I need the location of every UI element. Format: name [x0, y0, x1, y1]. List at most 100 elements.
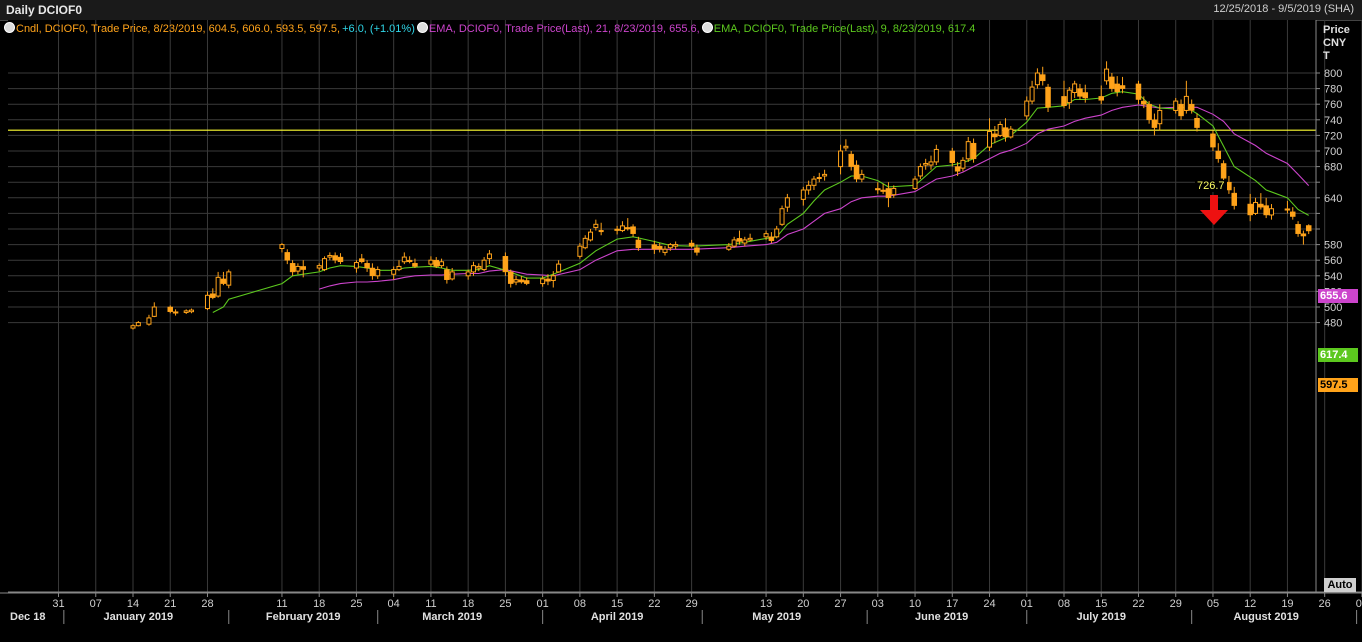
price-tick-label: 580: [1324, 240, 1342, 252]
day-tick-label: 15: [611, 598, 623, 610]
candle-body-down: [167, 306, 173, 312]
candle-body-up: [1157, 109, 1163, 125]
candle-body-down: [523, 280, 530, 284]
candle-body-down: [1258, 203, 1264, 208]
day-tick-label: 18: [462, 598, 474, 610]
legend-change: +6.0, (+1.01%): [342, 23, 415, 35]
day-tick-label: 29: [1170, 598, 1182, 610]
price-tick-label: 680: [1324, 162, 1342, 174]
month-tick-label: August 2019: [1233, 611, 1298, 623]
candle-body-up: [673, 244, 679, 247]
candle-body-down: [433, 259, 439, 267]
candle-body-up: [997, 123, 1003, 136]
day-tick-label: 18: [313, 598, 325, 610]
candle-body-down: [630, 226, 636, 234]
candle-body-down: [1045, 86, 1051, 108]
day-tick-label: 01: [1021, 598, 1033, 610]
day-tick-label: 29: [685, 598, 697, 610]
ema21-legend-icon[interactable]: [416, 22, 428, 33]
candle-body-down: [1002, 127, 1009, 138]
candle-body-down: [518, 279, 525, 283]
candle-body-down: [284, 252, 291, 261]
day-tick-label: 05: [1207, 598, 1219, 610]
candle-body-up: [1024, 100, 1030, 117]
candle-body-down: [1141, 100, 1147, 105]
candle-body-up: [1072, 83, 1078, 93]
candle-body-down: [885, 188, 892, 199]
month-tick-label: February 2019: [266, 611, 341, 623]
candle-body-down: [848, 153, 854, 167]
day-tick-label: 26: [1319, 598, 1331, 610]
candle-body-up: [322, 258, 328, 271]
candle-body-up: [146, 317, 152, 325]
candle-body-down: [1220, 163, 1227, 179]
ema9-legend-icon[interactable]: [701, 22, 713, 33]
candle-body-down: [1039, 74, 1046, 82]
candle-body-up: [135, 322, 141, 327]
day-tick-label: 22: [1132, 598, 1144, 610]
candle-body-up: [401, 256, 407, 263]
candle-body-up: [481, 259, 487, 271]
last-price-tag: 597.5: [1318, 378, 1358, 392]
month-tick-label: May 2019: [752, 611, 801, 623]
candle-body-down: [1295, 224, 1301, 234]
candle-body-up: [800, 189, 806, 200]
candle-body-up: [1173, 100, 1179, 111]
price-tick-label: 740: [1324, 115, 1342, 127]
candle-body-down: [1300, 233, 1307, 237]
day-tick-label: 01: [537, 598, 549, 610]
candle-body-up: [550, 275, 556, 281]
candle-body-up: [1253, 201, 1259, 214]
candle-body-up: [619, 225, 625, 232]
candle-body-down: [172, 311, 179, 314]
price-chart[interactable]: 4805005205405605806406807007207407607808…: [0, 0, 1362, 642]
candle-body-up: [476, 265, 482, 269]
candle-body-up: [987, 131, 993, 148]
candle-body-down: [651, 244, 658, 250]
candle-body-up: [316, 265, 322, 269]
day-tick-label: 02: [1356, 598, 1362, 610]
candle-body-up: [556, 263, 562, 273]
candle-body-up: [965, 141, 971, 160]
price-tick-label: 800: [1324, 68, 1342, 80]
legend-ema9: EMA, DCIOF0, Trade Price(Last), 9, 8/23/…: [713, 23, 976, 35]
candle-body-up: [391, 269, 397, 275]
day-tick-label: 27: [834, 598, 846, 610]
day-tick-label: 13: [760, 598, 772, 610]
candle-body-up: [465, 271, 471, 277]
day-tick-label: 24: [983, 598, 995, 610]
price-axis-label-line: CNY: [1323, 37, 1347, 49]
candle-body-down: [507, 271, 514, 284]
candle-body-up: [928, 161, 934, 166]
candle-body-up: [822, 173, 828, 177]
candle-body-up: [204, 294, 210, 310]
price-tick-label: 640: [1324, 193, 1342, 205]
candle-body-up: [396, 265, 402, 271]
candle-body-up: [295, 265, 301, 272]
candle-body-down: [1151, 119, 1158, 128]
candle-body-down: [768, 236, 775, 241]
candle-body-up: [960, 159, 966, 169]
day-tick-label: 07: [90, 598, 102, 610]
candle-body-up: [375, 269, 381, 277]
candle-body-up: [1183, 95, 1189, 111]
candle-body-up: [428, 259, 434, 265]
hline-value-label: 726.7: [1195, 180, 1227, 192]
candle-body-down: [332, 255, 338, 261]
month-tick-label: Dec 18: [10, 611, 45, 623]
candle-body-up: [662, 248, 668, 253]
plot-background: [8, 20, 1316, 592]
candle-legend-icon[interactable]: [4, 22, 15, 33]
auto-scale-button[interactable]: Auto: [1324, 578, 1356, 592]
candle-body-down: [1119, 85, 1126, 89]
price-tick-label: 500: [1324, 302, 1342, 314]
candle-body-up: [731, 239, 737, 247]
candle-body-down: [1114, 83, 1120, 92]
candle-body-down: [1231, 192, 1237, 206]
candle-body-up: [742, 239, 748, 244]
candle: [779, 205, 785, 226]
candle-body-down: [337, 256, 344, 263]
month-tick-label: April 2019: [591, 611, 644, 623]
day-tick-label: 25: [499, 598, 511, 610]
candle-body-up: [1104, 68, 1110, 82]
